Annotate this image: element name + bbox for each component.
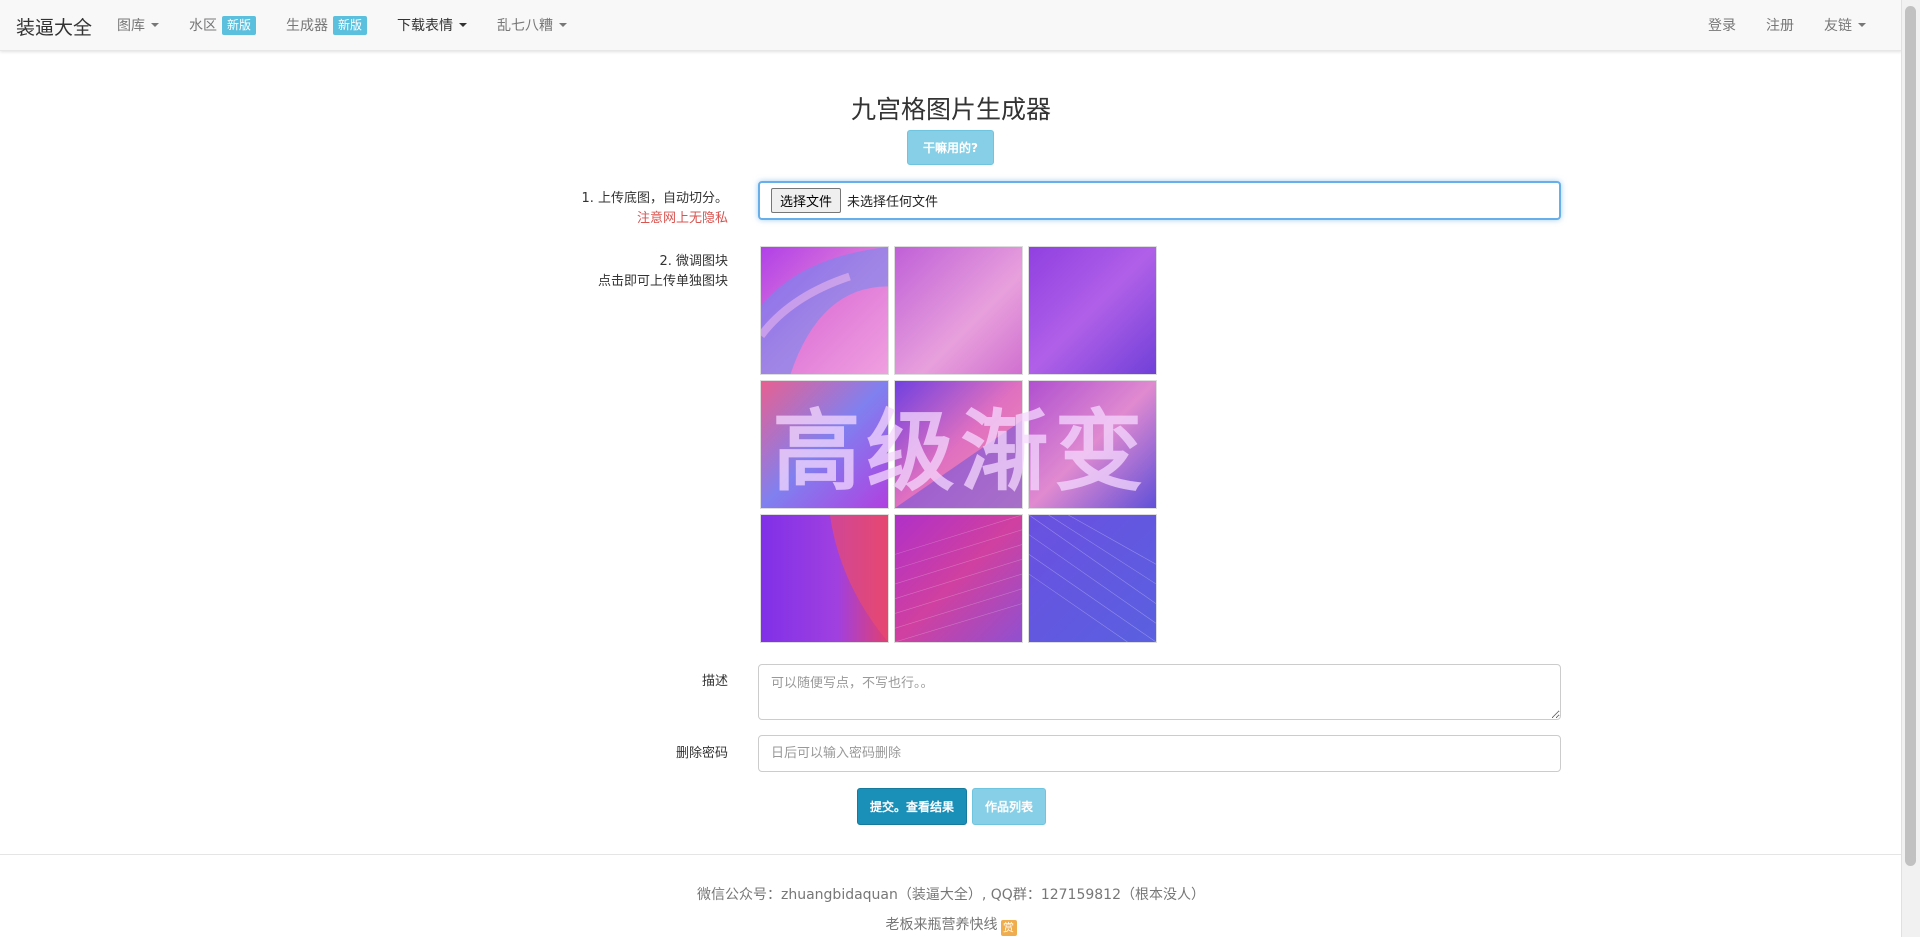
page-scrollbar[interactable] — [1901, 0, 1920, 937]
nav-right: 登录 注册 友链 — [1678, 0, 1866, 50]
password-label: 删除密码 — [675, 746, 728, 761]
nav-water-zone[interactable]: 水区 新版 — [189, 15, 257, 35]
donate-link[interactable]: 老板来瓶营养快线 — [886, 917, 998, 933]
page-title: 九宫格图片生成器 — [850, 95, 1051, 124]
nav-generator-label: 生成器 — [286, 18, 329, 34]
coffee-icon[interactable]: 赏 — [1000, 920, 1017, 936]
tiles-label-block: 2. 微调图块 点击即可上传单独图块 — [598, 252, 728, 292]
chevron-down-icon — [459, 23, 468, 27]
grid-tile[interactable] — [760, 246, 889, 375]
description-label: 描述 — [701, 674, 728, 689]
upload-label: 1. 上传底图，自动切分。 — [581, 191, 728, 206]
footer-donate: 老板来瓶营养快线赏 — [0, 914, 1902, 936]
delete-password-input[interactable] — [758, 735, 1561, 772]
nav-water-zone-label: 水区 — [189, 18, 217, 34]
register-link[interactable]: 注册 — [1766, 15, 1794, 35]
nav-left: 图库 水区 新版 生成器 新版 下载表情 乱七八糟 — [117, 0, 597, 50]
nav-gallery-label: 图库 — [117, 18, 145, 34]
nav-misc-label: 乱七八糟 — [497, 18, 554, 34]
help-button[interactable]: 干嘛用的? — [907, 130, 994, 165]
tiles-sublabel: 点击即可上传单独图块 — [597, 274, 728, 289]
submit-button[interactable]: 提交。查看结果 — [857, 788, 967, 825]
privacy-warning: 注意网上无隐私 — [636, 211, 728, 226]
file-upload-input[interactable]: 选择文件 未选择任何文件 — [758, 181, 1561, 220]
brand-logo[interactable]: 装逼大全 — [16, 13, 92, 40]
description-textarea[interactable] — [758, 664, 1561, 720]
tiles-label: 2. 微调图块 — [659, 254, 728, 269]
nav-misc-dropdown[interactable]: 乱七八糟 — [497, 15, 568, 35]
top-navbar: 装逼大全 图库 水区 新版 生成器 新版 下载表情 乱七八糟 登录 注册 友链 — [0, 0, 1902, 51]
chevron-down-icon — [1858, 23, 1866, 27]
new-badge: 新版 — [222, 15, 257, 35]
scrollbar-thumb[interactable] — [1905, 6, 1916, 866]
new-badge: 新版 — [333, 15, 368, 35]
register-label: 注册 — [1766, 18, 1794, 34]
grid-tile[interactable] — [1028, 514, 1157, 643]
footer-divider — [0, 854, 1902, 855]
login-link[interactable]: 登录 — [1708, 15, 1736, 35]
login-label: 登录 — [1708, 18, 1736, 34]
nav-download-emoji-label: 下载表情 — [397, 18, 454, 34]
grid-tile[interactable] — [760, 514, 889, 643]
chevron-down-icon — [559, 23, 568, 27]
grid-tile[interactable] — [1028, 380, 1157, 509]
grid-tile[interactable] — [894, 380, 1023, 509]
grid-tile[interactable] — [1028, 246, 1157, 375]
grid-tile[interactable] — [894, 246, 1023, 375]
grid-tile[interactable] — [760, 380, 889, 509]
nav-generator[interactable]: 生成器 新版 — [286, 15, 368, 35]
upload-label-block: 1. 上传底图，自动切分。 注意网上无隐私 — [581, 189, 728, 229]
friend-links-label: 友链 — [1824, 18, 1852, 34]
chevron-down-icon — [151, 23, 159, 27]
nav-gallery-dropdown[interactable]: 图库 — [117, 15, 159, 35]
friend-links-dropdown[interactable]: 友链 — [1824, 15, 1866, 35]
nav-download-emoji-dropdown[interactable]: 下载表情 — [397, 15, 468, 35]
file-status: 未选择任何文件 — [847, 195, 939, 210]
nine-grid: 高级渐变 — [760, 246, 1161, 647]
works-list-button[interactable]: 作品列表 — [972, 788, 1046, 825]
choose-file-button[interactable]: 选择文件 — [771, 188, 842, 213]
footer-contact: 微信公众号：zhuangbidaquan（装逼大全）, QQ群：12715981… — [697, 887, 1205, 903]
grid-tile[interactable] — [894, 514, 1023, 643]
